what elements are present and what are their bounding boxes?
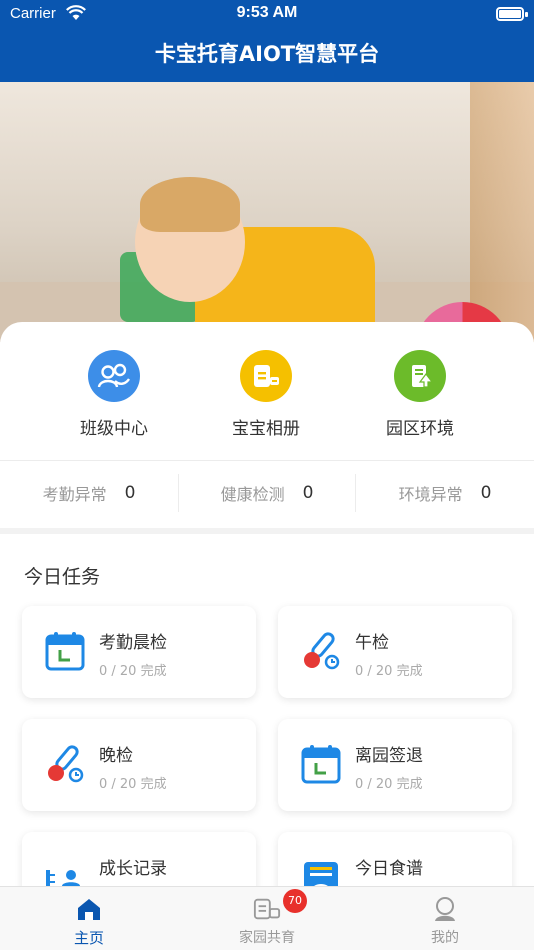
tab-home[interactable]: 主页 xyxy=(29,895,149,948)
task-progress: 0 / 20 完成 xyxy=(99,777,167,792)
stat-attendance-anomaly[interactable]: 考勤异常 0 xyxy=(0,474,178,512)
task-card-sign-out[interactable]: 离园签退 0 / 20 完成 xyxy=(278,719,512,811)
stat-value: 0 xyxy=(480,483,492,503)
baby-album-icon xyxy=(240,350,292,402)
tab-profile[interactable]: 我的 xyxy=(385,895,505,947)
page-title: 卡宝托育AIOT智慧平台 xyxy=(154,42,380,66)
shortcut-card: 班级中心 宝宝相册 园区环境 考勤异常 0 健康检测 0 环境异常 0 xyxy=(0,322,534,528)
task-name: 离园签退 xyxy=(355,746,423,766)
shortcut-campus-environment[interactable]: 园区环境 xyxy=(350,350,490,439)
nav-bar: 卡宝托育AIOT智慧平台 xyxy=(0,28,534,82)
tab-label: 我的 xyxy=(431,930,459,946)
task-name: 午检 xyxy=(355,633,389,653)
stat-name: 健康检测 xyxy=(220,485,285,504)
profile-icon xyxy=(431,895,459,923)
stat-value: 0 xyxy=(302,483,314,503)
task-card-evening-check[interactable]: 晚检 0 / 20 完成 xyxy=(22,719,256,811)
task-name: 成长记录 xyxy=(99,859,167,879)
battery-tip xyxy=(525,12,528,17)
battery-icon xyxy=(496,7,524,21)
shortcut-label: 宝宝相册 xyxy=(232,419,300,439)
calendar-icon xyxy=(45,632,85,671)
tab-label: 家园共育 xyxy=(239,930,295,946)
status-bar: Carrier 9:53 AM xyxy=(0,0,534,28)
stat-environment-anomaly[interactable]: 环境异常 0 xyxy=(356,474,534,512)
section-heading: 今日任务 xyxy=(24,566,101,588)
shortcut-class-center[interactable]: 班级中心 xyxy=(44,350,184,439)
task-progress: 0 / 20 完成 xyxy=(355,664,423,679)
tab-co-education[interactable]: 家园共育 70 xyxy=(207,889,327,947)
stat-name: 考勤异常 xyxy=(42,485,107,504)
thermometer-icon xyxy=(48,745,84,783)
banner-child-hair xyxy=(140,177,240,232)
thermometer-icon xyxy=(304,632,340,670)
task-name: 今日食谱 xyxy=(355,859,423,879)
co-education-icon xyxy=(253,895,281,923)
campus-environment-icon xyxy=(394,350,446,402)
tab-bar: 主页 家园共育 70 我的 xyxy=(0,886,534,950)
task-card-morning-check[interactable]: 考勤晨检 0 / 20 完成 xyxy=(22,606,256,698)
clock-time: 9:53 AM xyxy=(236,4,298,21)
task-name: 晚检 xyxy=(99,746,133,766)
tab-label: 主页 xyxy=(73,929,104,947)
stat-name: 环境异常 xyxy=(398,485,463,504)
task-progress: 0 / 20 完成 xyxy=(99,664,167,679)
home-icon xyxy=(75,895,103,923)
banner-image xyxy=(0,82,534,342)
banner-shelf xyxy=(470,82,534,342)
shortcut-label: 园区环境 xyxy=(386,419,454,439)
shortcut-baby-album[interactable]: 宝宝相册 xyxy=(196,350,336,439)
divider xyxy=(0,460,534,461)
task-card-noon-check[interactable]: 午检 0 / 20 完成 xyxy=(278,606,512,698)
notification-badge: 70 xyxy=(283,889,307,913)
class-center-icon xyxy=(88,350,140,402)
today-tasks-section: 今日任务 考勤晨检 0 / 20 完成 午检 0 / 20 完成 晚检 0 / … xyxy=(0,534,534,924)
task-progress: 0 / 20 完成 xyxy=(355,777,423,792)
calendar-icon xyxy=(301,745,341,784)
stat-value: 0 xyxy=(124,483,136,503)
stat-health-check[interactable]: 健康检测 0 xyxy=(178,474,356,512)
shortcut-label: 班级中心 xyxy=(80,419,148,439)
task-name: 考勤晨检 xyxy=(99,633,167,653)
